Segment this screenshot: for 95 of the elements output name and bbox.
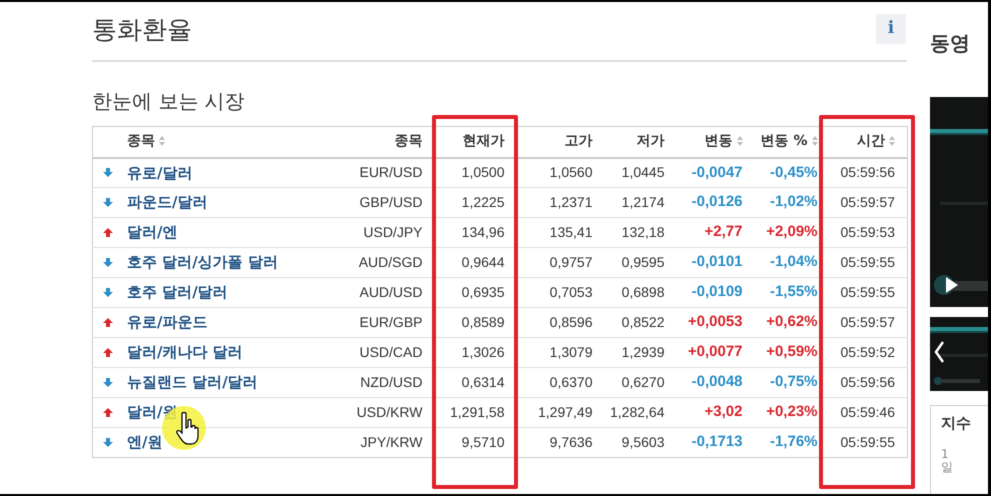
table-cell: 0,6270: [622, 374, 664, 390]
table-cell: 0,6314: [462, 374, 504, 390]
table-cell: 0,6898: [622, 284, 664, 300]
currency-pair-link[interactable]: 유로/파운드: [127, 313, 208, 332]
column-header: 종목: [394, 133, 422, 150]
table-cell: 1,282,64: [610, 404, 664, 420]
table-cell: USD/CAD: [359, 344, 422, 360]
currency-pair-link[interactable]: 호주 달러/달러: [127, 283, 228, 302]
column-header: 저가: [636, 133, 664, 150]
table-cell: +2,09%: [766, 223, 818, 240]
table-cell: +2,77: [704, 223, 742, 240]
table-cell: 1,2174: [622, 194, 664, 210]
table-cell: 9,5710: [462, 434, 504, 450]
table-cell: 1,2939: [622, 344, 664, 360]
table-cell: GBP/USD: [359, 194, 422, 210]
table-cell: -0,0101: [692, 253, 742, 270]
table-cell: 05:59:55: [840, 254, 895, 270]
table-cell: USD/KRW: [356, 404, 422, 420]
column-header[interactable]: 시간: [857, 133, 885, 150]
section-title: 동영: [930, 30, 970, 56]
table-cell: +0,0077: [688, 343, 742, 360]
table-cell: 1,2371: [550, 194, 592, 210]
table-cell: -0,0109: [692, 283, 742, 300]
table-cell: 0,9644: [462, 254, 504, 270]
table-cell: -1,02%: [770, 193, 818, 210]
table-cell: JPY/KRW: [360, 434, 422, 450]
column-header[interactable]: 변동: [704, 133, 732, 150]
table-cell: 0,8589: [462, 314, 504, 330]
table-cell: 05:59:46: [840, 404, 895, 420]
table-cell: 9,7636: [550, 434, 592, 450]
table-cell: EUR/USD: [359, 164, 422, 180]
table-cell: 1,297,49: [538, 404, 592, 420]
table-cell: 1일: [941, 448, 953, 474]
currency-pair-link[interactable]: 달러/엔: [127, 223, 178, 242]
table-cell: 0,8596: [550, 314, 592, 330]
table-cell: 05:59:56: [840, 374, 895, 390]
table-cell: +0,59%: [766, 343, 818, 360]
table-cell: +0,23%: [766, 403, 818, 420]
table-cell: 05:59:57: [840, 194, 895, 210]
table-cell: 134,96: [462, 224, 504, 240]
table-cell: -1,04%: [770, 253, 818, 270]
currency-pair-link[interactable]: 유로/달러: [127, 164, 192, 182]
index-tab[interactable]: 지수: [941, 412, 971, 434]
table-cell: 0,8522: [622, 314, 664, 330]
page-title: 통화환율: [92, 14, 192, 46]
table-cell: -0,0048: [692, 373, 742, 390]
table-cell: -1,55%: [770, 283, 818, 300]
table-cell: 0,9757: [550, 254, 592, 270]
table-cell: 1,3079: [550, 344, 592, 360]
play-icon[interactable]: [946, 277, 958, 293]
table-cell: 1,0500: [462, 164, 504, 180]
table-cell: -0,0047: [692, 164, 742, 180]
table-cell: -0,1713: [692, 433, 742, 450]
currency-pair-link[interactable]: 파운드/달러: [127, 193, 208, 212]
table-cell: 05:59:53: [840, 224, 895, 240]
table-cell: 1,0445: [622, 164, 664, 180]
table-cell: 05:59:55: [840, 284, 895, 300]
table-cell: 05:59:52: [840, 344, 895, 360]
chevron-left-icon[interactable]: [934, 341, 944, 363]
table-cell: NZD/USD: [360, 374, 422, 390]
column-header: 현재가: [462, 133, 504, 150]
table-cell: 1,0560: [550, 164, 592, 180]
column-header: 고가: [564, 133, 592, 150]
table-cell: +3,02: [704, 403, 742, 420]
currency-pair-link[interactable]: 달러/캐나다 달러: [127, 343, 243, 362]
table-cell: -1,76%: [770, 433, 818, 450]
table-cell: AUD/USD: [359, 284, 422, 300]
column-header[interactable]: 변동 %: [760, 133, 808, 150]
table-cell: USD/JPY: [363, 224, 422, 240]
table-cell: -0,45%: [770, 164, 818, 180]
table-cell: 0,6370: [550, 374, 592, 390]
table-cell: +0,0053: [688, 313, 742, 330]
table-cell: 1,2225: [462, 194, 504, 210]
column-header[interactable]: 종목: [127, 133, 155, 150]
table-cell: 05:59:57: [840, 314, 895, 330]
table-cell: 135,41: [550, 224, 592, 240]
table-cell: 1,291,58: [450, 404, 504, 420]
table-cell: 9,5603: [622, 434, 664, 450]
table-cell: 05:59:56: [840, 164, 895, 180]
info-button[interactable]: i: [876, 14, 906, 44]
section-title: 한눈에 보는 시장: [92, 88, 245, 114]
table-cell: -0,75%: [770, 373, 818, 390]
table-cell: AUD/SGD: [358, 254, 422, 270]
table-cell: 05:59:55: [840, 434, 895, 450]
table-cell: 132,18: [622, 224, 664, 240]
table-cell: 1,3026: [462, 344, 504, 360]
table-cell: -0,0126: [692, 193, 742, 210]
currency-pair-link[interactable]: 호주 달러/싱가폴 달러: [127, 253, 278, 272]
table-cell: 0,7053: [550, 284, 592, 300]
currency-pair-link[interactable]: 뉴질랜드 달러/달러: [127, 373, 258, 392]
table-cell: 0,9595: [622, 254, 664, 270]
table-cell: EUR/GBP: [359, 314, 422, 330]
table-cell: +0,62%: [766, 313, 818, 330]
currency-pair-link[interactable]: 엔/원: [127, 433, 162, 452]
table-cell: 0,6935: [462, 284, 504, 300]
